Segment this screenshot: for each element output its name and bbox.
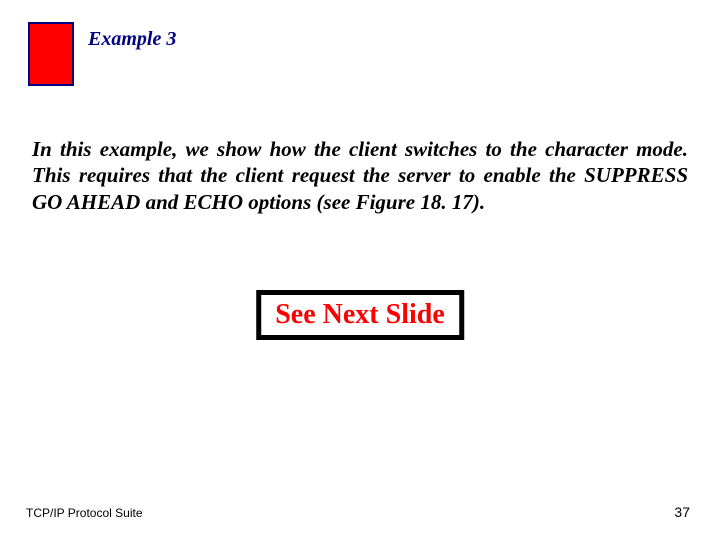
see-next-slide-label: See Next Slide [275,299,445,330]
see-next-slide-box: See Next Slide [256,290,464,340]
page-number: 37 [674,504,690,520]
accent-box [28,22,74,86]
slide-title: Example 3 [88,28,176,51]
slide-body-paragraph: In this example, we show how the client … [32,136,688,215]
footer-source: TCP/IP Protocol Suite [26,506,143,520]
